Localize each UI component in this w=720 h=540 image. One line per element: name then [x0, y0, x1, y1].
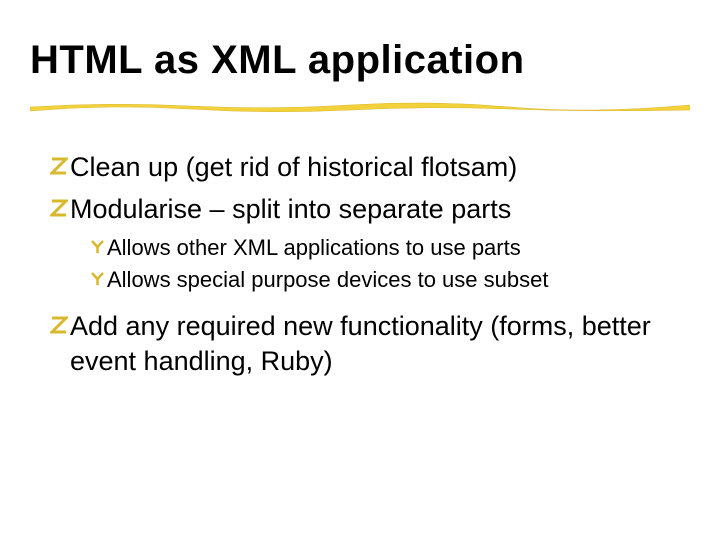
content-area: Clean up (get rid of historical flotsam)…: [50, 150, 690, 386]
z-bullet-icon: [50, 316, 68, 339]
title-area: HTML as XML application: [30, 38, 690, 83]
list-item: Add any required new functionality (form…: [50, 309, 690, 380]
z-bullet-icon: [50, 157, 68, 180]
sub-list: Allows other XML applications to use par…: [90, 233, 690, 294]
sub-list-item: Allows other XML applications to use par…: [90, 233, 690, 263]
list-item-text: Modularise – split into separate parts: [70, 192, 511, 228]
y-bullet-icon: [90, 239, 105, 259]
y-bullet-icon: [90, 271, 105, 291]
list-item: Clean up (get rid of historical flotsam): [50, 150, 690, 186]
sub-list-item-text: Allows other XML applications to use par…: [107, 233, 521, 263]
list-item-text: Clean up (get rid of historical flotsam): [70, 150, 517, 186]
page-title: HTML as XML application: [30, 38, 690, 83]
list-item: Modularise – split into separate parts: [50, 192, 690, 228]
sub-list-item: Allows special purpose devices to use su…: [90, 265, 690, 295]
list-item-text: Add any required new functionality (form…: [70, 309, 690, 380]
sub-list-item-text: Allows special purpose devices to use su…: [107, 265, 548, 295]
title-underline: [30, 100, 690, 110]
z-bullet-icon: [50, 199, 68, 222]
